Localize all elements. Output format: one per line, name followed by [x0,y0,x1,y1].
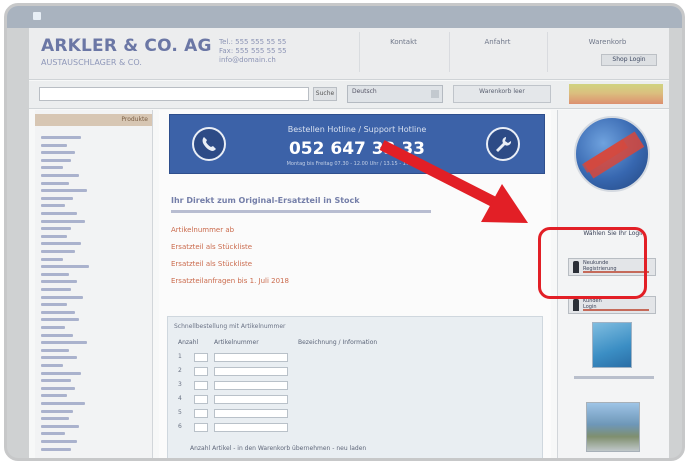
login-highlight-outline [538,227,647,299]
